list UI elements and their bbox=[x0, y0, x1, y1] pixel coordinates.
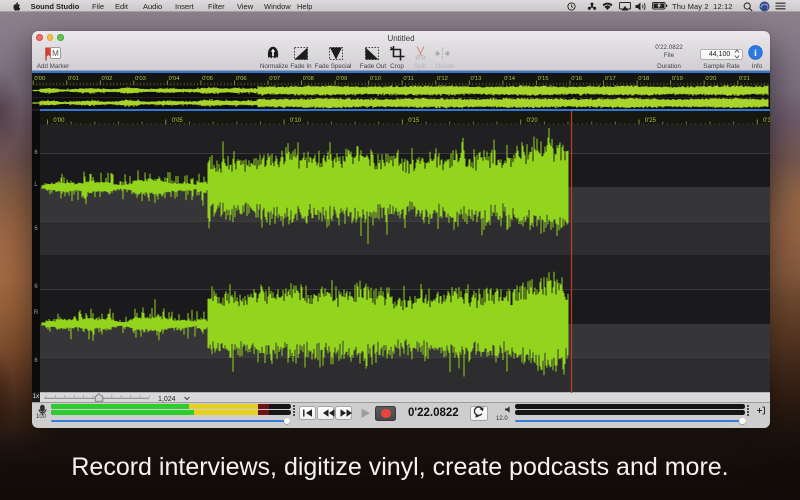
svg-text:0'13: 0'13 bbox=[471, 76, 483, 82]
svg-text:1,024: 1,024 bbox=[158, 396, 176, 403]
svg-text:0'00: 0'00 bbox=[34, 76, 46, 82]
svg-text:0'16: 0'16 bbox=[571, 76, 583, 82]
svg-text:0'02: 0'02 bbox=[102, 76, 113, 82]
svg-text:0'14: 0'14 bbox=[504, 76, 516, 82]
svg-text:0'10: 0'10 bbox=[290, 118, 302, 124]
svg-text:0'09: 0'09 bbox=[336, 76, 347, 82]
svg-text:0'11: 0'11 bbox=[403, 76, 414, 82]
svg-text:0'15: 0'15 bbox=[538, 76, 550, 82]
svg-text:0'07: 0'07 bbox=[269, 76, 280, 82]
svg-text:0'21: 0'21 bbox=[739, 76, 750, 82]
svg-text:0'05: 0'05 bbox=[172, 118, 184, 124]
svg-text:0'04: 0'04 bbox=[169, 76, 181, 82]
svg-text:0'06: 0'06 bbox=[236, 76, 248, 82]
svg-text:0'15: 0'15 bbox=[408, 118, 420, 124]
svg-text:0'08: 0'08 bbox=[303, 76, 315, 82]
svg-text:0'03: 0'03 bbox=[135, 76, 147, 82]
svg-text:0'12: 0'12 bbox=[437, 76, 448, 82]
svg-text:0'00: 0'00 bbox=[53, 118, 65, 124]
svg-text:0'20: 0'20 bbox=[527, 118, 539, 124]
svg-text:0'10: 0'10 bbox=[370, 76, 382, 82]
svg-text:0'05: 0'05 bbox=[202, 76, 214, 82]
svg-text:0'25: 0'25 bbox=[645, 118, 657, 124]
svg-text:0'18: 0'18 bbox=[638, 76, 650, 82]
svg-text:0'01: 0'01 bbox=[68, 76, 79, 82]
svg-text:0'19: 0'19 bbox=[672, 76, 683, 82]
svg-text:0'20: 0'20 bbox=[705, 76, 717, 82]
svg-text:0'17: 0'17 bbox=[605, 76, 616, 82]
